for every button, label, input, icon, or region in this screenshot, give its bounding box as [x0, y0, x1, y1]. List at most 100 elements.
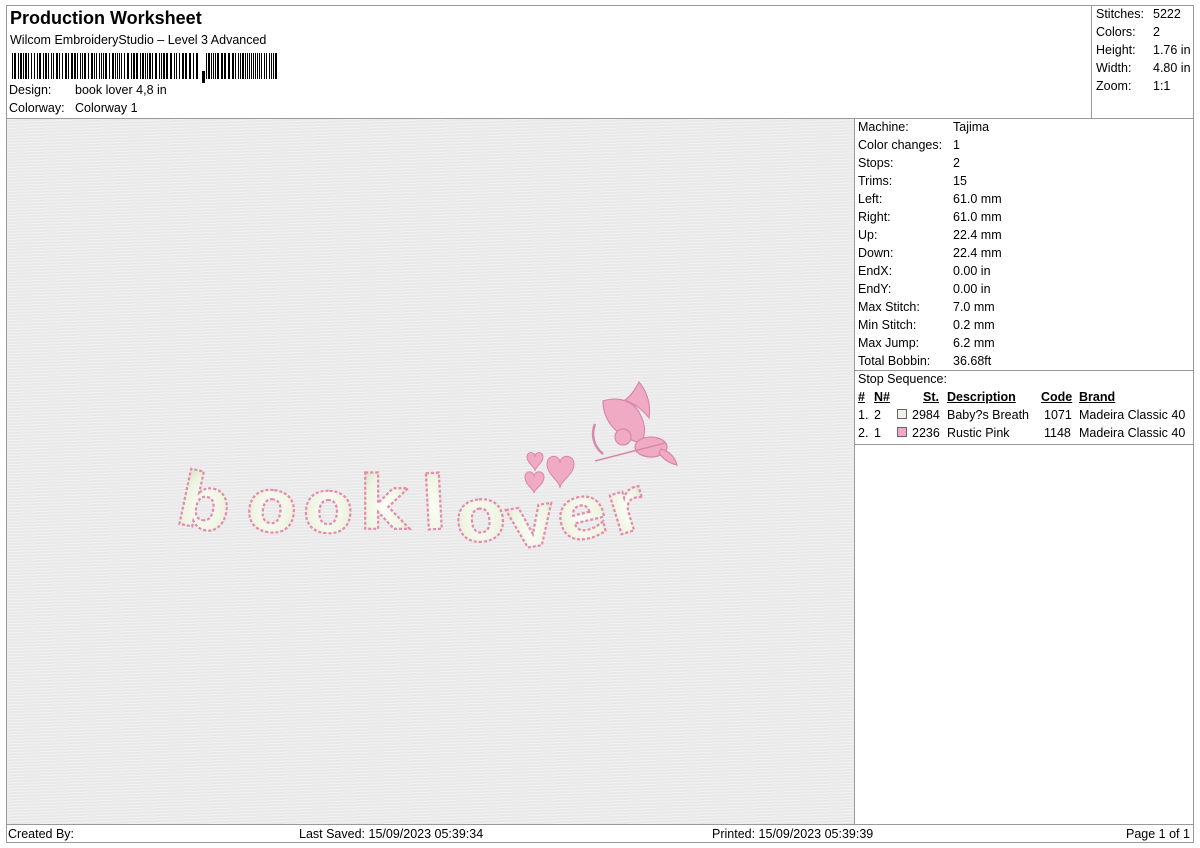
stat-height: Height: 1.76 in: [1096, 43, 1191, 57]
info-label: Up:: [858, 228, 878, 242]
info-down: Down: 22.4 mm: [858, 246, 1002, 260]
svg-text:o: o: [242, 461, 303, 553]
row-index: 2.: [858, 426, 869, 440]
thread-swatch: [897, 409, 907, 419]
info-value: 0.00 in: [953, 264, 991, 278]
stat-zoom: Zoom: 1:1: [1096, 79, 1170, 93]
book-lover-lettering: b o o k l o v e r: [169, 455, 658, 569]
info-min-stitch: Min Stitch: 0.2 mm: [858, 318, 995, 332]
info-max-stitch: Max Stitch: 7.0 mm: [858, 300, 995, 314]
stat-value: 5222: [1153, 7, 1181, 21]
info-label: EndY:: [858, 282, 892, 296]
row-code: 1148: [1044, 426, 1071, 440]
col-header-code: Code: [1041, 390, 1073, 404]
info-label: Machine:: [858, 120, 909, 134]
colorway-row: Colorway: Colorway 1: [9, 101, 138, 115]
info-endx: EndX: 0.00 in: [858, 264, 991, 278]
colorway-value: Colorway 1: [75, 101, 138, 115]
footer-last-saved: Last Saved: 15/09/2023 05:39:34: [299, 827, 484, 841]
row-brand: Madeira Classic 40: [1079, 426, 1186, 440]
info-up: Up: 22.4 mm: [858, 228, 1002, 242]
info-label: Total Bobbin:: [858, 354, 931, 368]
cupid-ornament: [591, 380, 678, 466]
info-label: Max Stitch:: [858, 300, 920, 314]
design-value: book lover 4,8 in: [75, 83, 167, 97]
col-header-description: Description: [947, 390, 1016, 404]
stop-sequence-divider: [855, 370, 1194, 371]
design-preview-canvas: b o o k l o v e r: [7, 119, 855, 824]
footer-page-number: Page 1 of 1: [1126, 827, 1190, 841]
col-header-index: #: [858, 390, 865, 404]
info-label: Right:: [858, 210, 891, 224]
info-value: 6.2 mm: [953, 336, 995, 350]
info-label: Stops:: [858, 156, 894, 170]
design-row: Design: book lover 4,8 in: [9, 83, 167, 97]
stat-width: Width: 4.80 in: [1096, 61, 1191, 75]
thread-swatch: [897, 427, 907, 437]
info-stops: Stops: 2: [858, 156, 960, 170]
info-label: Left:: [858, 192, 883, 206]
stat-label: Height:: [1096, 43, 1136, 57]
table-bottom-divider: [855, 444, 1194, 445]
row-needle: 1: [874, 426, 881, 440]
stat-value: 2: [1153, 25, 1160, 39]
info-value: 22.4 mm: [953, 228, 1002, 242]
stat-colors: Colors: 2: [1096, 25, 1160, 39]
footer-printed: Printed: 15/09/2023 05:39:39: [712, 827, 874, 841]
stop-sequence-title: Stop Sequence:: [858, 372, 947, 386]
stat-label: Stitches:: [1096, 7, 1144, 21]
info-value: 7.0 mm: [953, 300, 995, 314]
colorway-label: Colorway:: [9, 101, 65, 115]
stat-value: 1.76 in: [1153, 43, 1191, 57]
info-color-changes: Color changes: 1: [858, 138, 960, 152]
design-label: Design:: [9, 83, 52, 97]
worksheet-header: Production Worksheet Wilcom EmbroiderySt…: [8, 6, 1088, 118]
info-value: 61.0 mm: [953, 192, 1002, 206]
info-value: 0.2 mm: [953, 318, 995, 332]
svg-text:b: b: [170, 456, 240, 551]
info-label: Trims:: [858, 174, 893, 188]
stat-value: 4.80 in: [1153, 61, 1191, 75]
info-label: Down:: [858, 246, 894, 260]
software-subtitle: Wilcom EmbroideryStudio – Level 3 Advanc…: [10, 33, 267, 47]
footer-created-by: Created By:: [8, 827, 75, 841]
row-code: 1071: [1044, 408, 1072, 422]
stat-label: Colors:: [1096, 25, 1136, 39]
stat-value: 1:1: [1153, 79, 1171, 93]
info-value: 36.68ft: [953, 354, 992, 368]
footer-divider: [6, 824, 1194, 825]
info-value: 2: [953, 156, 960, 170]
svg-text:l: l: [419, 460, 449, 547]
info-value: 61.0 mm: [953, 210, 1002, 224]
info-value: 0.00 in: [953, 282, 991, 296]
info-value: Tajima: [953, 120, 990, 134]
row-index: 1.: [858, 408, 869, 422]
row-description: Rustic Pink: [947, 426, 1010, 440]
stat-label: Width:: [1096, 61, 1132, 75]
row-needle: 2: [874, 408, 881, 422]
info-max-jump: Max Jump: 6.2 mm: [858, 336, 995, 350]
info-right: Right: 61.0 mm: [858, 210, 1002, 224]
info-label: Min Stitch:: [858, 318, 917, 332]
row-description: Baby?s Breath: [947, 408, 1029, 422]
info-label: EndX:: [858, 264, 893, 278]
info-label: Color changes:: [858, 138, 943, 152]
svg-text:k: k: [359, 461, 410, 547]
stat-label: Zoom:: [1096, 79, 1132, 93]
stat-stitches: Stitches: 5222: [1096, 7, 1181, 21]
info-trims: Trims: 15: [858, 174, 967, 188]
info-endy: EndY: 0.00 in: [858, 282, 991, 296]
info-value: 1: [953, 138, 960, 152]
row-brand: Madeira Classic 40: [1079, 408, 1186, 422]
col-header-needle: N#: [874, 390, 890, 404]
info-left: Left: 61.0 mm: [858, 192, 1002, 206]
page-title: Production Worksheet: [10, 8, 202, 28]
svg-text:o: o: [301, 463, 356, 552]
row-stitches: 2984: [912, 408, 940, 422]
col-header-brand: Brand: [1079, 390, 1116, 404]
row-stitches: 2236: [912, 426, 940, 440]
info-label: Max Jump:: [858, 336, 920, 350]
info-total-bobbin: Total Bobbin: 36.68ft: [858, 354, 991, 368]
col-header-stitches: St.: [923, 390, 939, 404]
stats-panel: Stitches: 5222 Colors: 2 Height: 1.76 in Wi…: [1091, 5, 1194, 118]
